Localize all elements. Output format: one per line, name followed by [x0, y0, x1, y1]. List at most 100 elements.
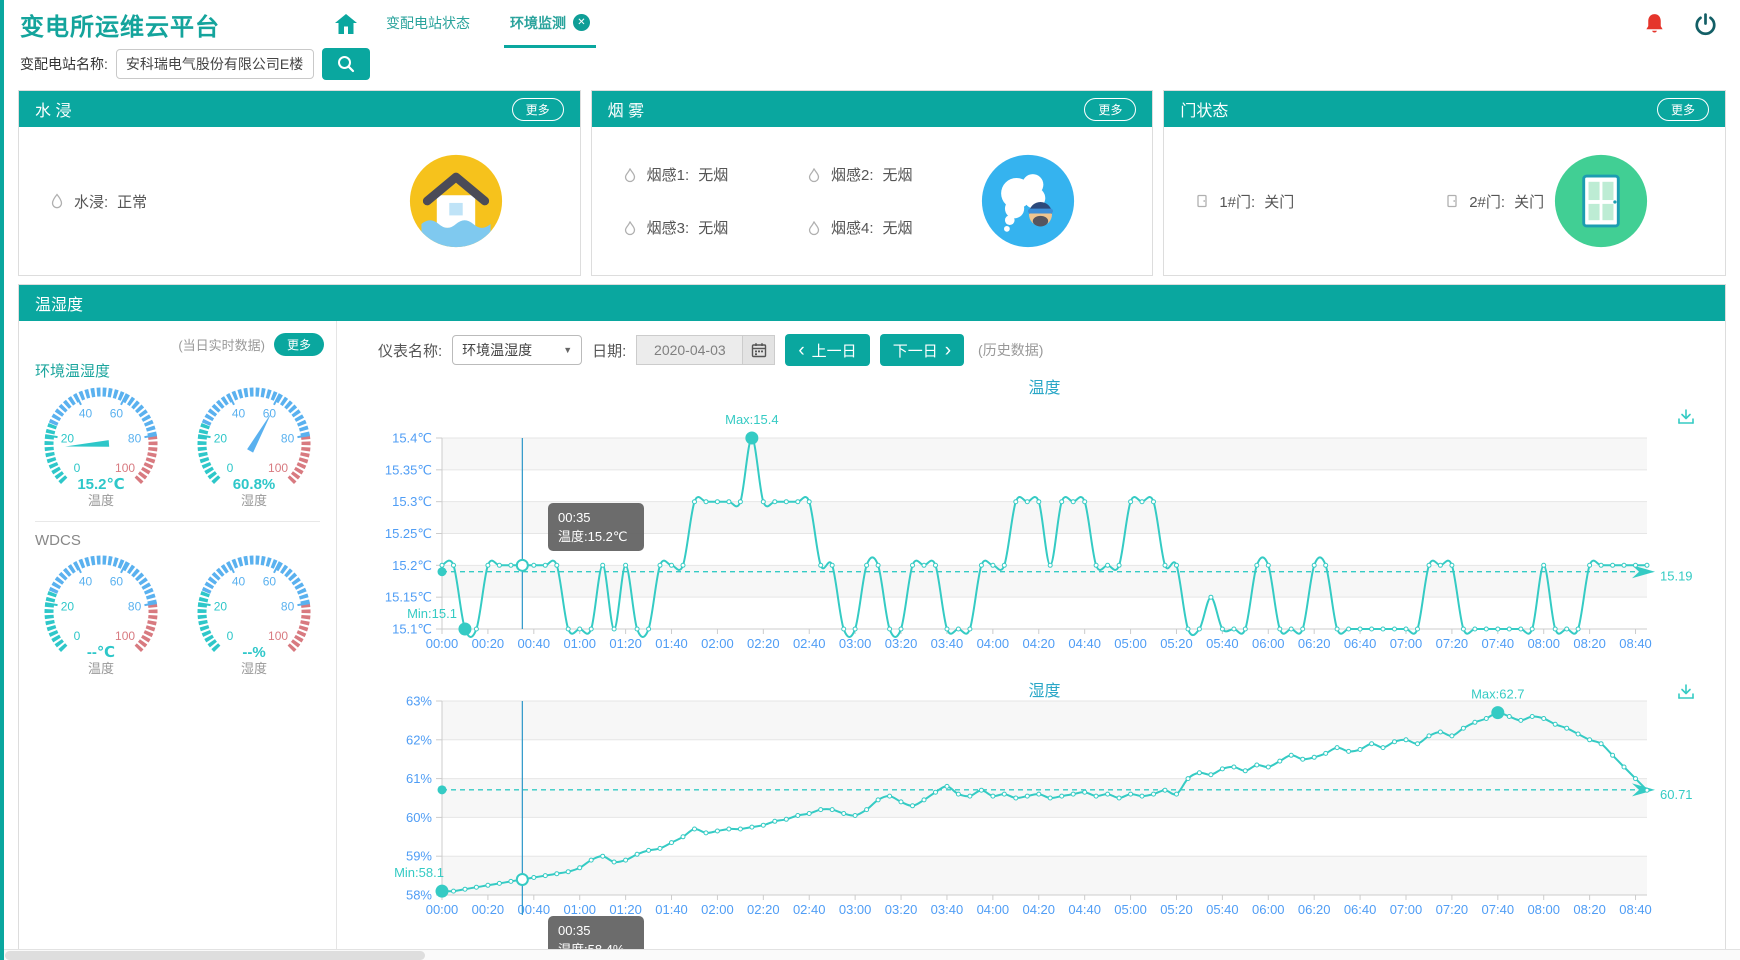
scrollbar-thumb[interactable] — [5, 951, 425, 960]
gauge-env-humidity: 02040608010060.8%湿度 — [178, 381, 330, 517]
chart-column: 仪表名称: 环境温湿度 ▼ 日期: 2020-04-03 ‹ 上一日 — [337, 321, 1725, 958]
svg-text:05:20: 05:20 — [1160, 636, 1193, 651]
chevron-down-icon: ▼ — [563, 345, 572, 355]
svg-text:00:35: 00:35 — [558, 923, 591, 938]
download-icon[interactable] — [1679, 685, 1693, 698]
search-icon — [336, 54, 356, 74]
svg-text:60%: 60% — [406, 810, 432, 825]
svg-text:02:20: 02:20 — [747, 636, 780, 651]
svg-text:80: 80 — [128, 600, 142, 614]
svg-text:00:00: 00:00 — [426, 636, 459, 651]
status-label: 烟感2: — [831, 164, 874, 185]
svg-text:60: 60 — [110, 575, 124, 589]
status-label: 烟感1: — [647, 164, 690, 185]
door-icon — [1444, 193, 1460, 209]
svg-text:温度: 温度 — [88, 493, 114, 508]
svg-text:05:20: 05:20 — [1160, 902, 1193, 917]
svg-text:20: 20 — [61, 432, 75, 446]
gauge-env-temperature: 02040608010015.2℃温度 — [25, 381, 177, 517]
more-button[interactable]: 更多 — [1084, 98, 1136, 121]
status-value: 正常 — [117, 191, 147, 212]
status-value: 无烟 — [883, 164, 913, 185]
svg-text:08:00: 08:00 — [1527, 902, 1560, 917]
svg-text:08:40: 08:40 — [1619, 902, 1652, 917]
calendar-button[interactable] — [742, 335, 775, 365]
svg-text:62%: 62% — [406, 732, 432, 747]
status-item: 2#门: 关门 — [1444, 191, 1544, 212]
meter-select-value: 环境温湿度 — [462, 340, 532, 360]
gauge-group-label-wdcs: WDCS — [35, 521, 320, 549]
svg-text:07:20: 07:20 — [1436, 902, 1469, 917]
status-label: 水浸: — [74, 191, 108, 212]
status-item: 烟感2: 无烟 — [806, 164, 980, 185]
chart-controls: 仪表名称: 环境温湿度 ▼ 日期: 2020-04-03 ‹ 上一日 — [342, 321, 1725, 371]
date-input[interactable]: 2020-04-03 — [636, 335, 742, 365]
svg-text:08:00: 08:00 — [1527, 636, 1560, 651]
svg-text:20: 20 — [61, 600, 75, 614]
gauges-more-button[interactable]: 更多 — [274, 333, 324, 356]
meter-name-label: 仪表名称: — [378, 340, 442, 361]
svg-text:08:20: 08:20 — [1573, 636, 1606, 651]
svg-text:60: 60 — [263, 575, 277, 589]
status-items: 烟感1: 无烟 烟感2: 无烟 烟感3: 无烟 烟感4: 无烟 — [622, 155, 981, 247]
panel-header: 温湿度 — [19, 285, 1725, 321]
svg-text:01:20: 01:20 — [609, 902, 642, 917]
svg-text:0: 0 — [74, 461, 81, 475]
svg-text:59%: 59% — [406, 849, 432, 864]
svg-text:07:00: 07:00 — [1390, 636, 1423, 651]
card-body: 1#门: 关门 2#门: 关门 — [1164, 127, 1725, 275]
panel-body: (当日实时数据) 更多 环境温湿度 02040608010015.2℃温度 02… — [19, 321, 1725, 958]
next-day-button[interactable]: 下一日 › — [880, 334, 964, 366]
svg-text:Min:58.1: Min:58.1 — [394, 865, 444, 880]
status-value: 无烟 — [883, 217, 913, 238]
more-button[interactable]: 更多 — [1657, 98, 1709, 121]
chevron-right-icon: › — [945, 341, 951, 360]
svg-text:01:00: 01:00 — [563, 636, 596, 651]
svg-text:05:40: 05:40 — [1206, 636, 1239, 651]
calendar-icon — [751, 342, 767, 358]
more-button[interactable]: 更多 — [512, 98, 564, 121]
status-items: 1#门: 关门 2#门: 关门 — [1194, 182, 1553, 221]
gauge-row: 02040608010015.2℃温度 02040608010060.8%湿度 — [19, 381, 336, 517]
svg-text:07:40: 07:40 — [1482, 636, 1515, 651]
svg-text:02:00: 02:00 — [701, 902, 734, 917]
tab-substation-status[interactable]: 变配电站状态 — [380, 0, 476, 48]
svg-text:湿度: 湿度 — [241, 661, 267, 676]
svg-text:04:00: 04:00 — [977, 902, 1010, 917]
power-logout-icon[interactable] — [1693, 12, 1718, 37]
svg-text:02:40: 02:40 — [793, 636, 826, 651]
svg-text:100: 100 — [268, 461, 288, 475]
meter-select[interactable]: 环境温湿度 ▼ — [452, 335, 582, 365]
svg-text:100: 100 — [115, 461, 135, 475]
svg-text:08:40: 08:40 — [1619, 636, 1652, 651]
svg-text:58%: 58% — [406, 888, 432, 903]
alarm-bell-icon[interactable] — [1642, 12, 1667, 37]
svg-text:--℃: --℃ — [87, 644, 115, 661]
svg-text:05:00: 05:00 — [1114, 902, 1147, 917]
svg-text:00:20: 00:20 — [472, 636, 505, 651]
svg-text:03:20: 03:20 — [885, 636, 918, 651]
tab-close-icon[interactable]: ✕ — [573, 14, 590, 31]
top-bar: 变电所运维云平台 变配电站状态 环境监测 ✕ — [4, 0, 1740, 48]
station-name-input[interactable] — [116, 49, 314, 79]
svg-text:0: 0 — [227, 629, 234, 643]
tab-environment-monitoring[interactable]: 环境监测 ✕ — [504, 0, 596, 48]
droplet-icon — [49, 193, 65, 209]
tab-label: 环境监测 — [510, 13, 566, 33]
temperature-chart[interactable]: 15.4℃15.35℃15.3℃15.25℃15.2℃15.15℃15.1℃00… — [342, 371, 1723, 656]
svg-text:04:20: 04:20 — [1022, 902, 1055, 917]
svg-text:100: 100 — [115, 629, 135, 643]
home-button[interactable] — [334, 13, 358, 35]
status-item: 烟感3: 无烟 — [622, 217, 796, 238]
status-value: 关门 — [1264, 191, 1294, 212]
search-button[interactable] — [322, 48, 370, 80]
svg-text:07:00: 07:00 — [1390, 902, 1423, 917]
status-value: 无烟 — [698, 217, 728, 238]
svg-text:08:20: 08:20 — [1573, 902, 1606, 917]
svg-text:温度: 温度 — [1028, 379, 1060, 397]
svg-text:01:20: 01:20 — [609, 636, 642, 651]
humidity-chart[interactable]: 63%62%61%60%59%58%00:0000:2000:4001:0001… — [342, 656, 1723, 958]
download-icon[interactable] — [1679, 410, 1693, 423]
status-item: 1#门: 关门 — [1194, 191, 1294, 212]
previous-day-button[interactable]: ‹ 上一日 — [785, 334, 869, 366]
